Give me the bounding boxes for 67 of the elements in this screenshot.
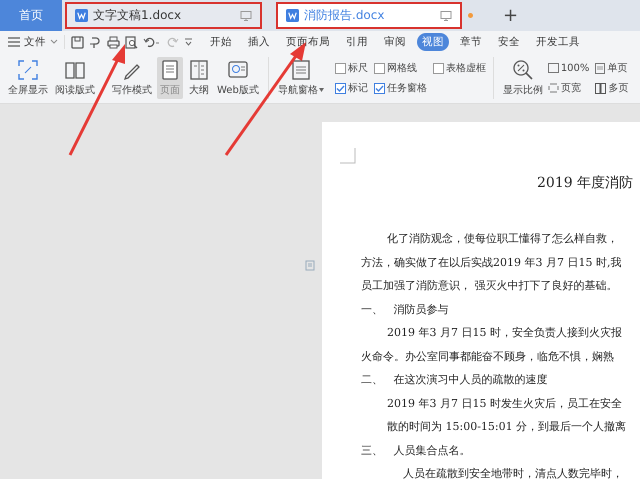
page-marker-icon[interactable] [305,260,316,271]
body-text-line: 散的时间为 15:00-15:01 分，到最后一个人撤离 [386,420,628,434]
file-menu[interactable]: 文件 [0,35,65,49]
document-tab[interactable]: 消防报告.docx [276,2,462,29]
list-icon [290,59,312,81]
print-icon[interactable] [107,36,120,48]
ribbon-tab[interactable]: 插入 [243,33,275,51]
ribbon-tab[interactable]: 安全 [493,33,525,51]
monitor-icon[interactable] [440,10,452,22]
section-heading: 一、 消防员参与 [361,302,450,316]
body-text-line: 2019 年3 月7 日15 时，安全负责人接到火灾报 [386,326,623,340]
expand-icon [17,59,39,81]
view-mode-button[interactable]: 阅读版式 [53,57,97,99]
caret-icon[interactable] [184,38,193,46]
undo-icon[interactable] [143,36,161,48]
body-text-line: 化了消防观念，使每位职工懂得了怎么样自救， [386,232,619,246]
page-corner-mark [340,148,356,164]
single-page-button[interactable]: 单页 [595,61,628,75]
view-mode-button[interactable]: 大纲 [186,57,212,99]
checkbox[interactable]: 表格虚框 [432,61,486,75]
hook-icon[interactable] [89,36,102,48]
two-pages-icon [595,82,606,94]
outline-icon [188,59,210,81]
section-heading: 二、 在这次演习中人员的疏散的速度 [361,373,548,387]
checkbox[interactable]: 标尺 [334,61,368,75]
ribbon-tab[interactable]: 视图 [417,33,449,51]
navigation-pane-button[interactable]: 导航窗格 [276,57,326,99]
save-icon[interactable] [71,36,84,48]
view-mode-button[interactable]: 写作模式 [110,57,154,99]
magnifier-icon [512,59,534,81]
ribbon-tab[interactable]: 审阅 [379,33,411,51]
home-tab[interactable]: 首页 [0,0,62,31]
print-preview-icon[interactable] [125,36,138,48]
checkbox[interactable]: 任务窗格 [374,81,427,95]
new-tab-button[interactable]: + [503,5,518,26]
ribbon-tab[interactable]: 引用 [341,33,373,51]
tab-title: 文字文稿1.docx [93,7,182,24]
body-text-line: 人员在疏散到安全地带时，清点人数完毕时， [402,467,624,479]
check-icon [336,84,345,92]
menu-icon [8,37,20,47]
document-title: 2019 年度消防 [536,175,634,192]
ribbon-tab[interactable]: 开发工具 [531,33,585,51]
ribbon-tab[interactable]: 开始 [205,33,237,51]
body-text-line: 方法，确实做了在以后实战2019 年3 月7 日15 时,我 [361,256,622,270]
section-heading: 三、 人员集合点名。 [361,444,472,458]
body-text-line: 火命令。办公室同事都能奋不顾身，临危不惧，娴熟 [361,350,615,364]
zoom-button[interactable]: 显示比例 [500,57,545,99]
document-icon [75,9,88,22]
check-icon [374,84,384,92]
page-width-button[interactable]: 页宽 [548,81,590,95]
zoom-100-button[interactable]: 100% [548,61,590,75]
body-text-line: 员工加强了消防意识， 强灭火中打下了良好的基础。 [361,279,618,293]
body-text-line: 2019 年3 月7 日15 时发生火灾后，员工在安全 [386,396,623,410]
view-mode-button[interactable]: 全屏显示 [6,57,50,99]
page-width-icon [548,83,559,93]
document-icon [286,9,299,22]
caret-icon [318,88,324,92]
ribbon-tab[interactable]: 章节 [455,33,487,51]
tab-title: 消防报告.docx [304,7,386,24]
caret-icon [50,39,58,45]
multi-page-button[interactable]: 多页 [595,81,628,95]
checkbox[interactable]: 标记 [334,81,368,95]
square-icon [548,63,559,73]
page-icon [595,62,606,74]
document-tab[interactable]: 文字文稿1.docx [65,2,262,29]
checkbox[interactable]: 网格线 [374,61,427,75]
view-mode-button[interactable]: Web版式 [215,57,261,99]
